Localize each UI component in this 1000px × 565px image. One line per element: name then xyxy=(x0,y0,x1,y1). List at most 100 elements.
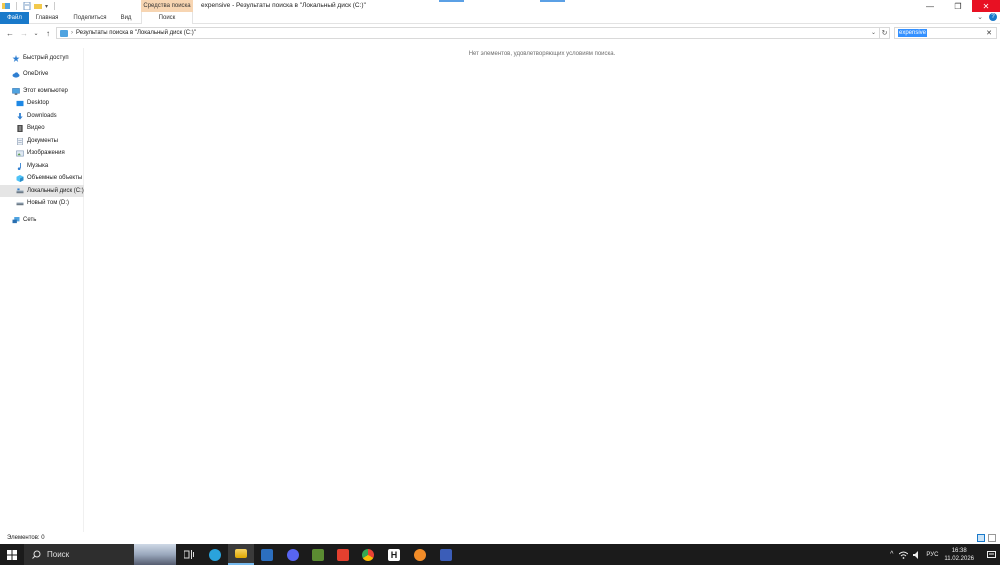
volume-icon[interactable] xyxy=(913,550,921,559)
file-explorer-icon xyxy=(235,549,247,558)
computer-icon xyxy=(12,87,20,95)
start-button[interactable] xyxy=(0,544,24,565)
taskbar-search-placeholder: Поиск xyxy=(47,550,70,559)
refresh-icon: ↻ xyxy=(881,30,888,37)
tab-view[interactable]: Вид xyxy=(115,12,137,24)
nav-item-label: Изображения xyxy=(27,150,65,156)
minimize-button[interactable]: — xyxy=(916,0,944,12)
taskbar-search-box[interactable]: Поиск xyxy=(24,544,176,565)
nav-item-desktop[interactable]: Desktop xyxy=(0,97,84,109)
nav-item-label: Объемные объекты xyxy=(27,175,83,181)
nav-item-downloads[interactable]: Downloads xyxy=(0,110,84,122)
tab-home[interactable]: Главная xyxy=(31,12,63,24)
music-note-icon xyxy=(17,162,21,170)
restore-icon: ❐ xyxy=(954,1,962,11)
clear-search-icon[interactable]: ✕ xyxy=(986,29,992,37)
ribbon-tabs: Файл Главная Поделиться Вид Поиск ⌄ ? xyxy=(0,12,1000,24)
help-icon[interactable]: ? xyxy=(989,13,997,21)
notification-icon xyxy=(986,550,996,558)
minecraft-icon xyxy=(312,548,324,561)
ribbon-right-controls: ⌄ ? xyxy=(977,13,997,21)
settings-app-button[interactable] xyxy=(254,544,280,565)
close-button[interactable]: ✕ xyxy=(972,0,1000,12)
nav-item-videos[interactable]: Видео xyxy=(0,122,84,134)
windows-logo-icon xyxy=(7,549,17,560)
hh-app-button[interactable]: H xyxy=(381,544,407,565)
explorer-window-icon[interactable] xyxy=(2,2,10,10)
nav-item-3d-objects[interactable]: Объемные объекты xyxy=(0,172,84,184)
photo-app-icon xyxy=(440,548,452,561)
nav-item-documents[interactable]: Документы xyxy=(0,135,84,147)
action-center-button[interactable] xyxy=(982,544,1000,565)
file-explorer-button[interactable] xyxy=(228,544,254,565)
breadcrumb-chevron-icon[interactable]: › xyxy=(71,30,73,36)
nav-item-label: Сеть xyxy=(23,217,37,223)
nav-item-onedrive[interactable]: OneDrive xyxy=(0,68,84,80)
search-app-button[interactable] xyxy=(407,544,433,565)
search-tools-context-label: Средства поиска xyxy=(141,0,193,12)
photo-app-button[interactable] xyxy=(433,544,459,565)
forward-button[interactable]: → xyxy=(18,26,30,40)
cloud-icon xyxy=(12,71,20,78)
new-folder-icon[interactable] xyxy=(34,2,42,10)
settings-app-icon xyxy=(261,548,273,561)
tab-search[interactable]: Поиск xyxy=(141,12,193,24)
search-icon xyxy=(32,550,41,559)
hh-app-icon: H xyxy=(388,548,400,561)
telegram-button[interactable] xyxy=(202,544,228,565)
nav-item-this-pc[interactable]: Этот компьютер xyxy=(0,85,84,97)
input-language[interactable]: РУС xyxy=(926,552,938,558)
taskbar: Поиск H ^ РУС 16:38 11.02.2026 xyxy=(0,544,1000,565)
task-view-button[interactable] xyxy=(176,544,202,565)
discord-icon xyxy=(287,548,299,561)
chrome-button[interactable] xyxy=(355,544,381,565)
nav-item-new-volume-d[interactable]: Новый том (D:) xyxy=(0,197,84,209)
customize-toolbar-icon[interactable]: ▾ xyxy=(45,3,48,10)
minimize-icon: — xyxy=(926,1,934,11)
minecraft-button[interactable] xyxy=(305,544,331,565)
drive-icon xyxy=(16,202,24,205)
up-button[interactable]: ↑ xyxy=(42,26,54,40)
discord-button[interactable] xyxy=(280,544,306,565)
nav-item-pictures[interactable]: Изображения xyxy=(0,147,84,159)
video-icon xyxy=(17,124,23,132)
address-bar[interactable]: › Результаты поиска в "Локальный диск (C… xyxy=(56,27,880,39)
tab-share[interactable]: Поделиться xyxy=(68,12,112,24)
download-arrow-icon xyxy=(17,112,23,120)
address-dropdown-icon[interactable]: ⌄ xyxy=(871,29,876,36)
refresh-button[interactable]: ↻ xyxy=(880,27,890,39)
breadcrumb-search-results[interactable]: Результаты поиска в "Локальный диск (C:)… xyxy=(76,30,196,36)
wifi-icon[interactable] xyxy=(899,551,909,559)
nav-item-network[interactable]: Сеть xyxy=(0,214,84,226)
star-icon xyxy=(12,54,20,62)
nav-item-label: Быстрый доступ xyxy=(23,55,69,61)
search-highlight-image xyxy=(134,544,176,565)
nav-item-label: Новый том (D:) xyxy=(27,200,69,206)
nav-item-label: Локальный диск (C:) xyxy=(27,188,84,194)
recent-locations-button[interactable]: ⌄ xyxy=(30,26,42,40)
telegram-icon xyxy=(209,548,221,561)
properties-icon[interactable] xyxy=(23,2,31,10)
tray-overflow-icon[interactable]: ^ xyxy=(890,551,893,558)
back-arrow-icon: ← xyxy=(6,28,14,38)
back-button[interactable]: ← xyxy=(4,26,16,40)
details-view-icon[interactable] xyxy=(977,534,985,542)
desktop-folder-icon xyxy=(16,100,24,106)
restore-button[interactable]: ❐ xyxy=(944,0,972,12)
clock[interactable]: 16:38 11.02.2026 xyxy=(944,547,974,563)
clock-date: 11.02.2026 xyxy=(944,555,974,562)
nav-item-music[interactable]: Музыка xyxy=(0,160,84,172)
large-icons-view-icon[interactable] xyxy=(988,534,996,542)
title-bar: ▾ Средства поиска expensive - Результаты… xyxy=(0,0,1000,12)
forward-arrow-icon: → xyxy=(20,28,28,38)
tab-file[interactable]: Файл xyxy=(0,12,29,24)
search-query-text[interactable]: expensive xyxy=(898,29,928,37)
nav-item-local-disk-c[interactable]: Локальный диск (C:) xyxy=(0,185,84,197)
network-icon xyxy=(12,216,20,223)
search-folder-icon xyxy=(60,29,68,37)
expand-ribbon-icon[interactable]: ⌄ xyxy=(977,13,983,21)
search-input[interactable]: expensive ✕ xyxy=(894,27,997,39)
nav-item-quick-access[interactable]: Быстрый доступ xyxy=(0,52,84,64)
nav-item-label: Видео xyxy=(27,125,45,131)
screen-recorder-button[interactable] xyxy=(330,544,356,565)
